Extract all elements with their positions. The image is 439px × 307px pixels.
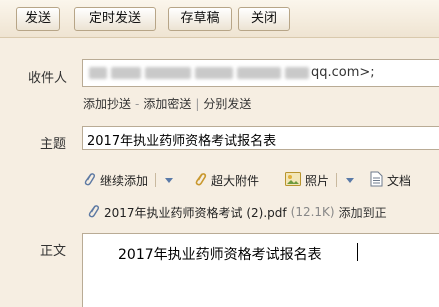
redacted-address [285,67,309,79]
send-button[interactable]: 发送 [16,7,60,31]
body-label: 正文 [40,244,67,259]
subject-label: 主题 [40,137,67,152]
attachment-filename[interactable]: 2017年执业药师资格考试 (2).pdf [104,204,287,221]
redacted-address [111,67,141,79]
add-bcc-link[interactable]: 添加密送 [143,97,191,111]
attachment-item: 2017年执业药师资格考试 (2).pdf (12.1K) 添加到正 [86,203,387,221]
document-icon [370,171,383,190]
divider [336,173,338,187]
paperclip-icon [82,171,96,190]
body-text: 2017年执业药师资格考试报名表 [118,247,322,263]
paperclip-icon [86,203,100,222]
document-label: 文档 [387,173,412,188]
photo-button[interactable]: 照片 [285,170,355,190]
redacted-address [237,67,281,79]
large-attachment[interactable]: 超大附件 [193,170,259,190]
save-draft-button[interactable]: 存草稿 [168,7,232,31]
recipient-visible-text: qq.com>; [311,65,375,80]
redacted-address [195,67,233,79]
large-attachment-label: 超大附件 [211,173,260,188]
recipient-options: 添加抄送 - 添加密送 | 分别发送 [83,93,251,112]
continue-add-attachment[interactable]: 继续添加 [82,170,174,190]
document-button[interactable]: 文档 [370,170,411,190]
subject-value: 2017年执业药师资格考试报名表 [87,134,277,149]
add-cc-link[interactable]: 添加抄送 [83,97,131,111]
subject-field[interactable]: 2017年执业药师资格考试报名表 [82,126,439,150]
body-editor[interactable]: 2017年执业药师资格考试报名表 [82,233,439,307]
compose-toolbar: 发送 定时发送 存草稿 关闭 [0,0,439,38]
recipient-field[interactable]: qq.com>; [82,59,439,87]
continue-add-label: 继续添加 [100,173,149,188]
attachment-size: (12.1K) [290,205,335,219]
golden-paperclip-icon [193,171,207,190]
separate-send-link[interactable]: 分别发送 [203,97,251,111]
redacted-address [89,67,107,79]
photo-label: 照片 [305,173,330,188]
recipient-label: 收件人 [28,71,68,86]
chevron-down-icon[interactable] [346,177,355,183]
scheduled-send-button[interactable]: 定时发送 [74,7,156,31]
redacted-address [145,67,191,79]
text-cursor [357,243,358,261]
divider [155,173,157,187]
separator: | [195,97,200,111]
separator: - [135,97,140,111]
photo-icon [285,171,301,189]
chevron-down-icon[interactable] [165,177,174,183]
add-to-link[interactable]: 添加到正 [339,204,387,221]
close-button[interactable]: 关闭 [238,7,290,31]
